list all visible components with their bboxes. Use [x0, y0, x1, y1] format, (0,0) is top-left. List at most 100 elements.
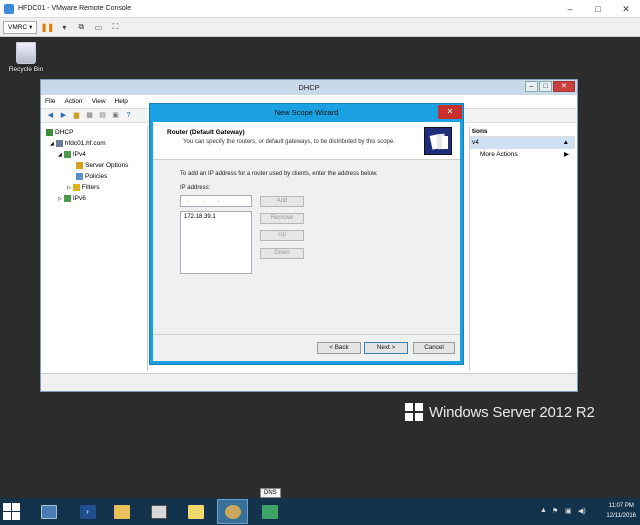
dhcp-title-bar: DHCP – □ ✕: [41, 80, 577, 95]
taskbar-tooltip: DNS: [260, 488, 281, 498]
maximize-button[interactable]: □: [584, 0, 612, 18]
ip-address-label: IP address:: [180, 185, 211, 191]
back-button[interactable]: < Back: [317, 342, 361, 354]
cancel-button[interactable]: Cancel: [413, 342, 455, 354]
next-button[interactable]: Next >: [364, 342, 408, 354]
forward-arrow-icon[interactable]: ▶: [58, 111, 69, 121]
more-actions-label: More Actions: [480, 151, 518, 158]
wizard-header: Router (Default Gateway) You can specify…: [153, 122, 460, 160]
fullscreen-icon[interactable]: ⛶: [108, 21, 122, 34]
dhcp-close-button[interactable]: ✕: [553, 81, 575, 92]
server-options-icon: [76, 162, 83, 169]
wizard-page-title: Router (Default Gateway): [167, 129, 245, 136]
menu-view[interactable]: View: [92, 98, 106, 105]
vmrc-menu-button[interactable]: VMRC ▾: [3, 20, 38, 34]
tree-node-policies[interactable]: Policies: [76, 173, 107, 180]
tray-up-arrow-icon[interactable]: ▲: [540, 507, 547, 514]
taskbar-clock[interactable]: 11:07 PM 12/11/2016: [606, 501, 636, 521]
send-ctrl-alt-del-icon[interactable]: ⧉: [74, 21, 88, 34]
taskbar: › DNS ▲ ⚑ ▣ ◀) 11:07 PM 12/11/2016: [0, 488, 640, 525]
collapse-icon[interactable]: ◢: [58, 152, 62, 158]
notepad-taskbar-icon[interactable]: [180, 499, 211, 524]
remove-button[interactable]: Remove: [260, 213, 304, 224]
dhcp-taskbar-icon[interactable]: [217, 499, 248, 524]
ip-address-input[interactable]: . . .: [180, 195, 252, 207]
more-actions-item[interactable]: More Actions ▶: [470, 149, 575, 161]
expand-icon[interactable]: ▷: [67, 185, 71, 191]
policies-icon: [76, 173, 83, 180]
properties-icon[interactable]: ▦: [84, 111, 95, 121]
tree-node-server-options[interactable]: Server Options: [76, 162, 128, 169]
powershell-taskbar-icon[interactable]: ›: [72, 499, 103, 524]
dns-manager-taskbar-icon[interactable]: [143, 499, 174, 524]
dhcp-window-title: DHCP: [298, 83, 320, 92]
tray-flag-icon[interactable]: ⚑: [552, 507, 558, 515]
add-button[interactable]: Add: [260, 196, 304, 207]
actions-pane: tions v4 ▲ More Actions ▶: [469, 126, 575, 371]
back-arrow-icon[interactable]: ◀: [45, 111, 56, 121]
tree-node-server[interactable]: ◢ hfdc01.hf.com: [50, 140, 106, 147]
server-icon: [55, 140, 63, 147]
recycle-bin-shortcut[interactable]: Recycle Bin: [4, 42, 48, 73]
vmrc-window-title: HFDC01 - VMware Remote Console: [18, 5, 132, 12]
recycle-bin-icon: [16, 42, 36, 64]
minimize-button[interactable]: –: [556, 0, 584, 18]
dhcp-maximize-button[interactable]: □: [539, 81, 552, 92]
refresh-icon[interactable]: ▤: [97, 111, 108, 121]
tree-node-filters[interactable]: ▷ Filters: [67, 184, 100, 191]
devices-icon[interactable]: ▭: [91, 21, 105, 34]
network-taskbar-icon[interactable]: [254, 499, 285, 524]
actions-group-ipv4[interactable]: v4 ▲: [470, 137, 575, 149]
chevron-down-icon: ▾: [29, 24, 33, 31]
vmrc-title-bar: HFDC01 - VMware Remote Console – □ ✕: [0, 0, 640, 18]
tree-node-ipv6[interactable]: ▷ IPv6: [58, 195, 86, 202]
chevron-right-icon: ▶: [564, 151, 569, 158]
wizard-close-button[interactable]: ✕: [438, 105, 462, 119]
dhcp-root-icon: [46, 129, 53, 136]
tray-network-icon[interactable]: ▣: [565, 507, 572, 515]
status-bar: [41, 373, 577, 391]
start-button[interactable]: [3, 503, 20, 520]
tree-label-ipv6: IPv6: [72, 195, 86, 202]
help-icon[interactable]: ?: [123, 111, 134, 121]
tree-label-server-options: Server Options: [85, 162, 129, 169]
vmrc-menu-label: VMRC: [8, 23, 28, 31]
tree-label-filters: Filters: [81, 184, 100, 191]
dhcp-minimize-button[interactable]: –: [525, 81, 538, 92]
vmrc-screen: HFDC01 - VMware Remote Console – □ ✕ VMR…: [0, 0, 640, 525]
file-explorer-taskbar-icon[interactable]: [106, 499, 137, 524]
up-button[interactable]: Up: [260, 230, 304, 241]
tray-volume-icon[interactable]: ◀): [578, 507, 586, 515]
chevron-down-icon[interactable]: ▾: [57, 21, 71, 34]
actions-header: tions: [470, 126, 575, 137]
actions-group-label: v4: [472, 139, 479, 146]
router-list[interactable]: 172.18.39.1: [180, 211, 252, 274]
pause-icon[interactable]: ❚❚: [40, 21, 54, 34]
ipv6-icon: [63, 195, 71, 202]
down-button[interactable]: Down: [260, 248, 304, 259]
windows-branding: Windows Server 2012 R2: [405, 403, 595, 421]
menu-file[interactable]: File: [45, 98, 55, 105]
folder-icon[interactable]: ▆: [71, 111, 82, 121]
tree-node-dhcp[interactable]: DHCP: [46, 129, 73, 136]
wizard-page-description: You can specify the routers, or default …: [183, 139, 395, 145]
tree-label-dhcp: DHCP: [55, 129, 74, 136]
server-manager-taskbar-icon[interactable]: [33, 499, 64, 524]
expand-icon[interactable]: ▷: [58, 196, 62, 202]
router-list-item[interactable]: 172.18.39.1: [181, 212, 251, 222]
tree-label-server: hfdc01.hf.com: [64, 140, 106, 147]
recycle-bin-label: Recycle Bin: [8, 66, 44, 73]
wizard-title-bar: New Scope Wizard ✕: [150, 104, 463, 121]
export-icon[interactable]: ▣: [110, 111, 121, 121]
windows-logo-icon: [405, 403, 423, 421]
menu-action[interactable]: Action: [64, 98, 82, 105]
collapse-up-icon[interactable]: ▲: [563, 137, 569, 149]
clock-date: 12/11/2016: [606, 513, 636, 519]
collapse-icon[interactable]: ◢: [50, 141, 54, 147]
ipv4-icon: [63, 151, 71, 158]
vmrc-app-icon: [4, 3, 14, 14]
close-button[interactable]: ✕: [612, 0, 640, 18]
clock-time: 11:07 PM: [608, 503, 634, 509]
tree-node-ipv4[interactable]: ◢ IPv4: [58, 151, 86, 158]
menu-help[interactable]: Help: [115, 98, 128, 105]
